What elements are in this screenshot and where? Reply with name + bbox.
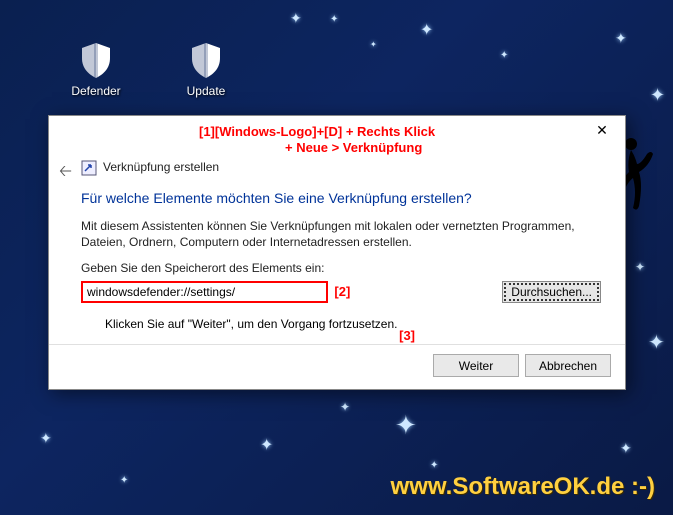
shield-icon (76, 40, 116, 80)
desktop: ✦ ✦ ✦ ✦ ✦ ✦ ✦ ✦ ✦ ✦ ✦ ✦ ✦ ✦ ✦ ✦ Defender (0, 0, 673, 515)
dialog-description: Mit diesem Assistenten können Sie Verknü… (81, 218, 601, 250)
star-icon: ✦ (650, 85, 665, 106)
field-label: Geben Sie den Speicherort des Elements e… (81, 260, 601, 276)
star-icon: ✦ (40, 430, 52, 447)
dialog-heading: Für welche Elemente möchten Sie eine Ver… (81, 190, 601, 206)
location-input[interactable] (81, 281, 328, 303)
annotation-3: [3] (399, 328, 415, 343)
back-icon[interactable]: 🡠 (59, 160, 72, 187)
browse-button[interactable]: Durchsuchen... (502, 281, 601, 303)
desktop-icon-update[interactable]: Update (168, 40, 244, 98)
close-icon[interactable]: ✕ (587, 120, 617, 140)
desktop-icon-label: Defender (58, 84, 134, 98)
star-icon: ✦ (340, 400, 350, 414)
separator (49, 344, 625, 345)
dialog-title: Verknüpfung erstellen (103, 160, 219, 174)
star-icon: ✦ (395, 410, 417, 441)
annotation-2: [2] (334, 284, 350, 299)
create-shortcut-dialog: ✕ [1][Windows-Logo]+[D] + Rechts Klick +… (48, 115, 626, 390)
star-icon: ✦ (615, 30, 627, 47)
star-icon: ✦ (290, 10, 302, 27)
star-icon: ✦ (330, 14, 338, 25)
continue-hint: Klicken Sie auf "Weiter", um den Vorgang… (105, 317, 601, 331)
shortcut-wizard-icon (81, 160, 97, 176)
star-icon: ✦ (420, 20, 433, 40)
watermark: www.SoftwareOK.de :-) (391, 473, 655, 501)
annotation-1: [1][Windows-Logo]+[D] + Rechts Klick (199, 124, 435, 139)
star-icon: ✦ (120, 475, 128, 486)
desktop-icon-defender[interactable]: Defender (58, 40, 134, 98)
desktop-icon-label: Update (168, 84, 244, 98)
star-icon: ✦ (620, 440, 632, 457)
next-button[interactable]: Weiter (433, 354, 519, 377)
star-icon: ✦ (500, 50, 508, 61)
cancel-button[interactable]: Abbrechen (525, 354, 611, 377)
star-icon: ✦ (635, 260, 645, 274)
annotation-1b: + Neue > Verknüpfung (285, 140, 422, 155)
star-icon: ✦ (370, 40, 377, 49)
star-icon: ✦ (648, 330, 665, 355)
shield-icon (186, 40, 226, 80)
star-icon: ✦ (260, 435, 273, 455)
star-icon: ✦ (430, 460, 438, 471)
